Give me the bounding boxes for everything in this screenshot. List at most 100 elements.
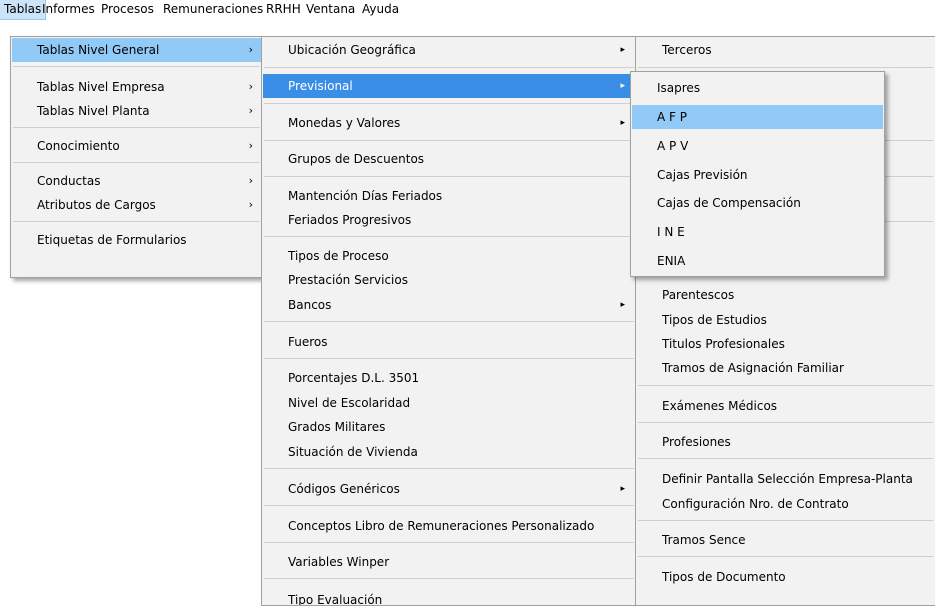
menu-separator [264, 176, 634, 177]
menu-item-profesiones[interactable]: Profesiones [637, 430, 934, 454]
menu-item-grados-militares[interactable]: Grados Militares [263, 415, 635, 439]
menu-item-nivel-de-escolaridad[interactable]: Nivel de Escolaridad [263, 391, 635, 415]
menu-item-configuracion-nro-contrato[interactable]: Configuración Nro. de Contrato [637, 492, 934, 516]
menu-item-label: A F P [657, 110, 687, 124]
menu-item-label: Conductas [37, 174, 101, 188]
menu-item-terceros[interactable]: Terceros [637, 38, 934, 62]
menu-item-label: Conocimiento [37, 139, 120, 153]
menu-item-apv[interactable]: A P V [632, 134, 883, 158]
chevron-right-icon: › [248, 104, 253, 117]
menu-item-label: Isapres [657, 81, 701, 95]
triangle-right-icon: ▸ [620, 484, 625, 494]
menu-item-label: Exámenes Médicos [662, 399, 778, 413]
menu-item-label: Parentescos [662, 288, 735, 302]
menu-item-label: Cajas Previsión [657, 168, 748, 182]
menu-item-afp[interactable]: A F P [632, 105, 883, 129]
menu-item-label: Cajas de Compensación [657, 196, 801, 210]
menu-item-cajas-prevision[interactable]: Cajas Previsión [632, 163, 883, 187]
chevron-right-icon: › [248, 43, 253, 56]
menu-item-label: Monedas y Valores [288, 116, 401, 130]
menu-item-conocimiento[interactable]: Conocimiento › [12, 134, 261, 158]
menu-item-label: Códigos Genéricos [288, 482, 400, 496]
menu-item-tipos-de-proceso[interactable]: Tipos de Proceso [263, 244, 635, 268]
menu-separator [264, 321, 634, 322]
menu-item-label: Nivel de Escolaridad [288, 396, 411, 410]
menu-item-grupos-de-descuentos[interactable]: Grupos de Descuentos [263, 147, 635, 171]
menu-item-tramos-sence[interactable]: Tramos Sence [637, 528, 934, 552]
menu-item-label: Tablas Nivel Planta [37, 104, 150, 118]
menu-item-tipo-evaluacion[interactable]: Tipo Evaluación [263, 588, 635, 606]
menu-item-etiquetas-de-formularios[interactable]: Etiquetas de Formularios [12, 228, 261, 252]
menu-separator [638, 556, 933, 557]
triangle-right-icon: ▸ [620, 81, 625, 91]
menu-separator [638, 67, 933, 68]
menu-separator [264, 140, 634, 141]
menu-item-examenes-medicos[interactable]: Exámenes Médicos [637, 394, 934, 418]
menu-item-parentescos[interactable]: Parentescos [637, 283, 934, 307]
menu-item-label: Tramos Sence [662, 533, 746, 547]
menu-item-bancos[interactable]: Bancos ▸ [263, 293, 635, 317]
menu-item-feriados-progresivos[interactable]: Feriados Progresivos [263, 208, 635, 232]
menu-item-tablas-nivel-empresa[interactable]: Tablas Nivel Empresa › [12, 75, 261, 99]
tablas-menu: Tablas Nivel General › Tablas Nivel Empr… [10, 36, 263, 278]
menu-item-fueros[interactable]: Fueros [263, 330, 635, 354]
menu-item-label: Bancos [288, 298, 332, 312]
menu-item-label: Definir Pantalla Selección Empresa-Plant… [662, 472, 913, 486]
menu-item-mantencion-dias-feriados[interactable]: Mantención Días Feriados [263, 184, 635, 208]
menu-item-codigos-genericos[interactable]: Códigos Genéricos ▸ [263, 477, 635, 501]
menu-item-situacion-de-vivienda[interactable]: Situación de Vivienda [263, 440, 635, 464]
menu-item-previsional[interactable]: Previsional ▸ [263, 74, 635, 98]
menubar-ayuda[interactable]: Ayuda [358, 0, 403, 19]
menubar-ventana[interactable]: Ventana [302, 0, 359, 19]
menu-item-ubicacion-geografica[interactable]: Ubicación Geográfica ▸ [263, 38, 635, 62]
menu-item-label: Terceros [662, 43, 712, 57]
menu-item-prestacion-servicios[interactable]: Prestación Servicios [263, 268, 635, 292]
menu-item-porcentajes-dl-3501[interactable]: Porcentajes D.L. 3501 [263, 366, 635, 390]
menu-item-titulos-profesionales[interactable]: Titulos Profesionales [637, 332, 934, 356]
menu-separator [638, 385, 933, 386]
menubar-procesos[interactable]: Procesos [97, 0, 158, 19]
menu-item-tablas-nivel-planta[interactable]: Tablas Nivel Planta › [12, 99, 261, 123]
menu-item-variables-winper[interactable]: Variables Winper [263, 550, 635, 574]
menu-separator [264, 578, 634, 579]
menu-item-label: Ubicación Geográfica [288, 43, 416, 57]
menu-item-label: Situación de Vivienda [288, 445, 418, 459]
menu-item-label: Tramos de Asignación Familiar [662, 361, 844, 375]
menu-separator [13, 66, 260, 67]
menu-bar: Tablas Informes Procesos Remuneraciones … [0, 0, 935, 20]
previsional-submenu: Isapres A F P A P V Cajas Previsión Caja… [630, 71, 885, 277]
menu-item-tramos-asignacion-familiar[interactable]: Tramos de Asignación Familiar [637, 356, 934, 380]
menu-item-label: Feriados Progresivos [288, 213, 412, 227]
menu-separator [264, 358, 634, 359]
menu-item-atributos-de-cargos[interactable]: Atributos de Cargos › [12, 193, 261, 217]
menu-item-label: Tablas Nivel General [37, 43, 160, 57]
menubar-remuneraciones[interactable]: Remuneraciones [159, 0, 267, 19]
triangle-right-icon: ▸ [620, 45, 625, 55]
menu-item-label: Tipo Evaluación [288, 593, 383, 606]
menu-separator [264, 103, 634, 104]
menu-item-label: I N E [657, 225, 685, 239]
menu-item-tipos-de-documento[interactable]: Tipos de Documento [637, 565, 934, 589]
chevron-right-icon: › [248, 80, 253, 93]
menu-separator [638, 520, 933, 521]
menu-separator [264, 67, 634, 68]
menu-item-enia[interactable]: ENIA [632, 249, 883, 273]
menu-separator [638, 422, 933, 423]
menu-separator [638, 458, 933, 459]
menu-item-conceptos-libro-remuneraciones[interactable]: Conceptos Libro de Remuneraciones Person… [263, 514, 635, 538]
menubar-rrhh[interactable]: RRHH [262, 0, 305, 19]
menu-item-tablas-nivel-general[interactable]: Tablas Nivel General › [12, 38, 261, 62]
menu-separator [264, 505, 634, 506]
menu-item-definir-pantalla-seleccion[interactable]: Definir Pantalla Selección Empresa-Plant… [637, 467, 934, 491]
menu-item-cajas-de-compensacion[interactable]: Cajas de Compensación [632, 191, 883, 215]
menu-item-conductas[interactable]: Conductas › [12, 169, 261, 193]
menu-item-monedas-y-valores[interactable]: Monedas y Valores ▸ [263, 111, 635, 135]
menu-item-isapres[interactable]: Isapres [632, 76, 883, 100]
chevron-right-icon: › [248, 174, 253, 187]
menu-separator [13, 221, 260, 222]
menu-item-label: Etiquetas de Formularios [37, 233, 187, 247]
menubar-informes[interactable]: Informes [38, 0, 99, 19]
menu-item-tipos-de-estudios[interactable]: Tipos de Estudios [637, 308, 934, 332]
menu-item-ine[interactable]: I N E [632, 220, 883, 244]
menu-item-label: Porcentajes D.L. 3501 [288, 371, 420, 385]
